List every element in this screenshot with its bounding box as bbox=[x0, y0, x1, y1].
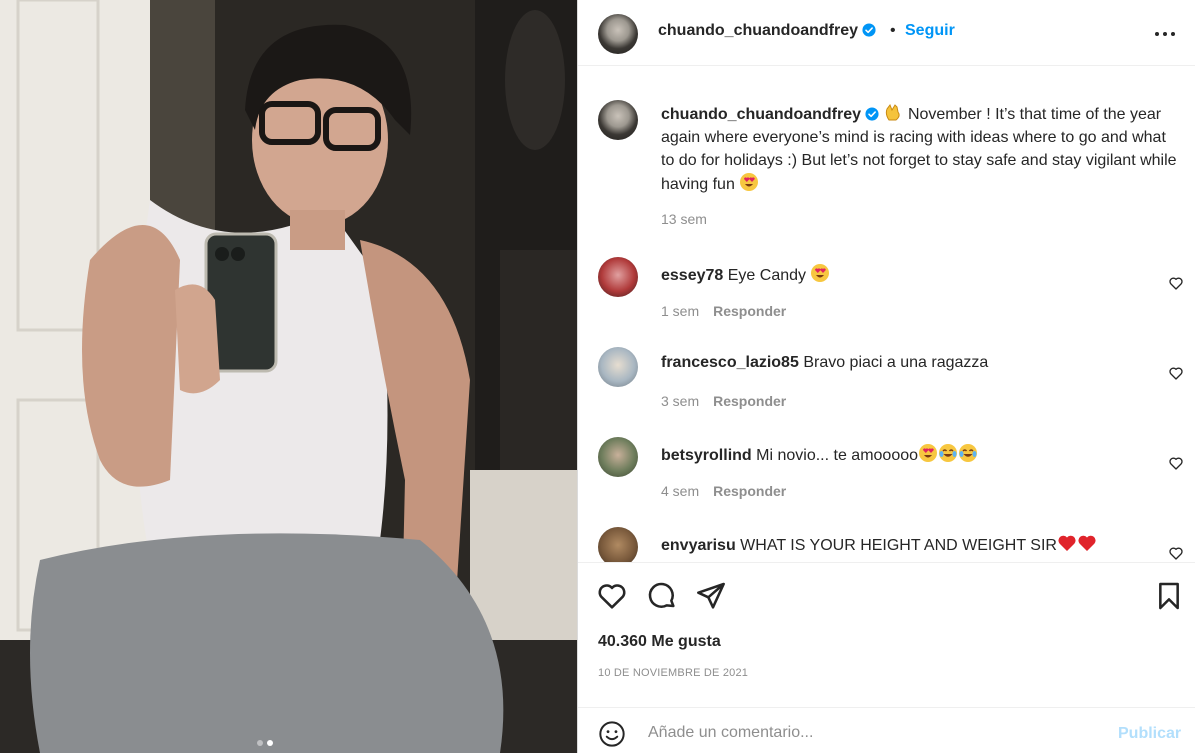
caption-avatar[interactable] bbox=[598, 100, 638, 140]
comment-body: WHAT IS YOUR HEIGHT AND WEIGHT SIR bbox=[740, 537, 1057, 554]
comment-text: francesco_lazio85 Bravo piaci a una raga… bbox=[661, 353, 1151, 373]
commenter-avatar[interactable] bbox=[598, 257, 638, 297]
post-header: chuando_chuandoandfrey • Seguir bbox=[578, 0, 1195, 66]
tears-of-joy-emoji-icon bbox=[959, 444, 978, 462]
comment-item: francesco_lazio85 Bravo piaci a una raga… bbox=[578, 347, 1195, 427]
commenter-avatar[interactable] bbox=[598, 437, 638, 477]
likes-count[interactable]: 40.360 Me gusta bbox=[598, 633, 721, 651]
owner-username-text[interactable]: chuando_chuandoandfrey bbox=[658, 22, 858, 39]
post-details-panel: chuando_chuandoandfrey • Seguir chuando_… bbox=[578, 0, 1195, 753]
caption-username[interactable]: chuando_chuandoandfrey bbox=[661, 106, 861, 123]
comment-text: essey78 Eye Candy bbox=[661, 263, 1151, 286]
comment-item: betsyrollind Mi novio... te amooooo 4 se… bbox=[578, 437, 1195, 517]
heart-eyes-emoji-icon bbox=[919, 444, 938, 462]
reply-button[interactable]: Responder bbox=[713, 483, 786, 499]
heart-icon[interactable] bbox=[1168, 275, 1184, 291]
add-comment-bar: Publicar bbox=[578, 707, 1195, 753]
verified-badge-icon bbox=[862, 23, 876, 37]
reply-button[interactable]: Responder bbox=[713, 393, 786, 409]
reply-button[interactable]: Responder bbox=[713, 303, 786, 319]
post-comment-button[interactable]: Publicar bbox=[1118, 725, 1181, 743]
comment-timestamp[interactable]: 4 sem bbox=[661, 483, 699, 499]
commenter-username[interactable]: essey78 bbox=[661, 267, 723, 284]
comment-timestamp[interactable]: 1 sem bbox=[661, 303, 699, 319]
selfie-photo-illustration bbox=[0, 0, 577, 753]
owner-avatar[interactable] bbox=[598, 14, 638, 54]
comment-item: essey78 Eye Candy 1 sem Responder bbox=[578, 257, 1195, 337]
owner-username[interactable]: chuando_chuandoandfrey bbox=[658, 22, 876, 40]
commenter-username[interactable]: francesco_lazio85 bbox=[661, 354, 799, 371]
heart-eyes-emoji-icon bbox=[740, 173, 759, 191]
heart-eyes-emoji-icon bbox=[811, 264, 830, 282]
photo-pants bbox=[30, 533, 504, 753]
comment-meta: 4 sem Responder bbox=[661, 483, 786, 499]
comment-body: Bravo piaci a una ragazza bbox=[803, 354, 989, 371]
heart-icon[interactable] bbox=[1168, 455, 1184, 471]
more-options-icon[interactable] bbox=[1153, 24, 1177, 44]
post-date[interactable]: 10 DE NOVIEMBRE DE 2021 bbox=[598, 667, 748, 679]
commenter-avatar[interactable] bbox=[598, 527, 638, 562]
carousel-indicator bbox=[257, 740, 273, 746]
verified-badge-icon bbox=[865, 107, 879, 121]
carousel-dot-active bbox=[267, 740, 273, 746]
comment-text: envyarisu WHAT IS YOUR HEIGHT AND WEIGHT… bbox=[661, 533, 1151, 556]
emoji-smiley-icon[interactable] bbox=[598, 720, 626, 748]
commenter-username[interactable]: envyarisu bbox=[661, 537, 736, 554]
comment-input[interactable] bbox=[648, 718, 1108, 748]
heart-icon[interactable] bbox=[1168, 365, 1184, 381]
caption-text: chuando_chuandoandfrey November ! It’s t… bbox=[661, 102, 1181, 196]
heart-icon[interactable] bbox=[1168, 545, 1184, 561]
carousel-dot bbox=[257, 740, 263, 746]
post-actions: 40.360 Me gusta 10 DE NOVIEMBRE DE 2021 … bbox=[578, 562, 1195, 753]
comment-meta: 3 sem Responder bbox=[661, 393, 786, 409]
comments-scroll-area[interactable]: chuando_chuandoandfrey November ! It’s t… bbox=[578, 67, 1195, 562]
comment-timestamp[interactable]: 3 sem bbox=[661, 393, 699, 409]
commenter-username[interactable]: betsyrollind bbox=[661, 447, 752, 464]
red-heart-emoji-icon bbox=[1058, 535, 1076, 551]
raised-back-of-hand-emoji-icon bbox=[886, 103, 901, 121]
comment-body: Mi novio... te amooooo bbox=[756, 447, 919, 464]
comment-meta: 1 sem Responder bbox=[661, 303, 786, 319]
red-heart-emoji-icon bbox=[1078, 535, 1096, 551]
comment-body: Eye Candy bbox=[727, 267, 807, 284]
caption-timestamp[interactable]: 13 sem bbox=[661, 211, 707, 227]
follow-button[interactable]: Seguir bbox=[905, 22, 955, 40]
commenter-avatar[interactable] bbox=[598, 347, 638, 387]
comment-item: envyarisu WHAT IS YOUR HEIGHT AND WEIGHT… bbox=[578, 527, 1195, 562]
header-separator: • bbox=[890, 22, 896, 39]
comment-text: betsyrollind Mi novio... te amooooo bbox=[661, 443, 1151, 466]
share-paper-plane-icon[interactable] bbox=[695, 580, 727, 612]
like-heart-icon[interactable] bbox=[596, 580, 628, 612]
save-bookmark-icon[interactable] bbox=[1153, 580, 1185, 612]
post-photo[interactable] bbox=[0, 0, 577, 753]
tears-of-joy-emoji-icon bbox=[939, 444, 958, 462]
comment-bubble-icon[interactable] bbox=[646, 580, 678, 612]
